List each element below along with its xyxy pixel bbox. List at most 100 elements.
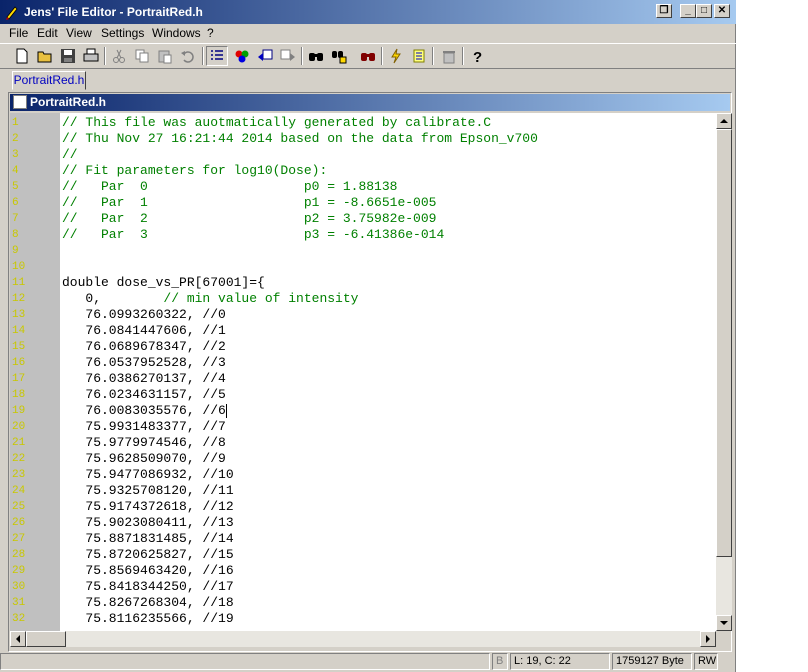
line-number: 13 bbox=[12, 309, 26, 321]
line-text: 76.0993260322, //0 bbox=[62, 307, 226, 323]
line-text: 76.0841447606, //1 bbox=[62, 323, 225, 339]
line-number: 23 bbox=[12, 469, 26, 481]
open-folder-icon[interactable] bbox=[34, 46, 56, 66]
code-line[interactable]: 15 76.0689678347, //2 bbox=[10, 339, 716, 355]
menu-edit[interactable]: Edit bbox=[37, 26, 58, 40]
code-line[interactable]: 23 75.9477086932, //10 bbox=[10, 467, 716, 483]
code-line[interactable]: 28 75.8720625827, //15 bbox=[10, 547, 716, 563]
minimize-button[interactable]: _ bbox=[680, 4, 696, 18]
scroll-right-icon[interactable] bbox=[700, 631, 716, 647]
vertical-scroll-thumb[interactable] bbox=[716, 129, 732, 557]
goto-line-icon[interactable] bbox=[385, 46, 407, 66]
code-line[interactable]: 29 75.8569463420, //16 bbox=[10, 563, 716, 579]
print-icon[interactable] bbox=[80, 46, 102, 66]
maximize-button[interactable]: □ bbox=[696, 4, 712, 18]
line-number: 27 bbox=[12, 533, 26, 545]
undo-icon[interactable] bbox=[177, 46, 199, 66]
code-line[interactable]: 13 76.0993260322, //0 bbox=[10, 307, 716, 323]
code-text: 75.8116235566, //19 bbox=[62, 611, 234, 626]
line-text: 76.0083035576, //6 bbox=[62, 403, 227, 419]
horizontal-scroll-thumb[interactable] bbox=[26, 631, 66, 647]
title-bar[interactable]: Jens' File Editor - PortraitRed.h ❐ _ □ … bbox=[0, 0, 736, 24]
code-line[interactable]: 16 76.0537952528, //3 bbox=[10, 355, 716, 371]
scroll-left-icon[interactable] bbox=[10, 631, 26, 647]
code-line[interactable]: 2 // Thu Nov 27 16:21:44 2014 based on th… bbox=[10, 131, 716, 147]
code-line[interactable]: 22 75.9628509070, //9 bbox=[10, 451, 716, 467]
comment-text: // This file was auotmatically generated… bbox=[62, 115, 492, 130]
code-line[interactable]: 18 76.0234631157, //5 bbox=[10, 387, 716, 403]
code-line[interactable]: 14 76.0841447606, //1 bbox=[10, 323, 716, 339]
toolbar-separator bbox=[301, 47, 303, 65]
scroll-up-icon[interactable] bbox=[716, 113, 732, 129]
bookmark-icon[interactable] bbox=[408, 46, 430, 66]
scroll-down-icon[interactable] bbox=[716, 615, 732, 631]
cut-icon[interactable] bbox=[108, 46, 130, 66]
new-file-icon[interactable] bbox=[11, 46, 33, 66]
code-text: 75.9628509070, //9 bbox=[62, 451, 226, 466]
tab-portraitred[interactable]: PortraitRed.h bbox=[12, 71, 86, 90]
line-number: 15 bbox=[12, 341, 26, 353]
code-line[interactable]: 24 75.9325708120, //11 bbox=[10, 483, 716, 499]
code-line[interactable]: 1 // This file was auotmatically generate… bbox=[10, 115, 716, 131]
save-icon[interactable] bbox=[57, 46, 79, 66]
find-replace-icon[interactable] bbox=[328, 46, 350, 66]
code-text: 75.9325708120, //11 bbox=[62, 483, 234, 498]
code-line[interactable]: 7 // Par 2 p2 = 3.75982e-009 bbox=[10, 211, 716, 227]
line-text: 75.9779974546, //8 bbox=[62, 435, 225, 451]
find-icon[interactable] bbox=[305, 46, 327, 66]
code-line[interactable]: 11 double dose_vs_PR[67001]={ bbox=[10, 275, 716, 291]
code-line[interactable]: 4 // Fit parameters for log10(Dose): bbox=[10, 163, 716, 179]
copy-icon[interactable] bbox=[131, 46, 153, 66]
menu-settings[interactable]: Settings bbox=[101, 26, 144, 40]
horizontal-scrollbar[interactable] bbox=[10, 631, 716, 647]
line-text: 76.0689678347, //2 bbox=[62, 339, 225, 355]
code-text: 76.0993260322, //0 bbox=[62, 307, 226, 322]
code-line[interactable]: 10 bbox=[10, 259, 716, 275]
code-line[interactable]: 31 75.8267268304, //18 bbox=[10, 595, 716, 611]
code-line[interactable]: 27 75.8871831485, //14 bbox=[10, 531, 716, 547]
vertical-scrollbar[interactable] bbox=[716, 113, 732, 631]
menu-view[interactable]: View bbox=[66, 26, 92, 40]
code-line[interactable]: 25 75.9174372618, //12 bbox=[10, 499, 716, 515]
code-line[interactable]: 19 76.0083035576, //6 bbox=[10, 403, 716, 419]
line-text: 75.8418344250, //17 bbox=[62, 579, 233, 595]
code-line[interactable]: 26 75.9023080411, //13 bbox=[10, 515, 716, 531]
line-number: 8 bbox=[12, 229, 19, 241]
code-line[interactable]: 6 // Par 1 p1 = -8.6651e-005 bbox=[10, 195, 716, 211]
status-mode: B bbox=[492, 653, 508, 670]
code-line[interactable]: 21 75.9779974546, //8 bbox=[10, 435, 716, 451]
menu-windows[interactable]: Windows bbox=[152, 26, 201, 40]
line-number: 9 bbox=[12, 245, 19, 257]
line-text: 76.0386270137, //4 bbox=[62, 371, 225, 387]
line-number: 11 bbox=[12, 277, 26, 289]
menu-help[interactable]: ? bbox=[207, 26, 214, 40]
menu-file[interactable]: File bbox=[9, 26, 28, 40]
line-text: // Thu Nov 27 16:21:44 2014 based on the… bbox=[62, 131, 538, 147]
code-line[interactable]: 9 bbox=[10, 243, 716, 259]
code-text: 75.8569463420, //16 bbox=[62, 563, 234, 578]
help-icon[interactable]: ? bbox=[466, 46, 488, 66]
find-in-files-icon[interactable] bbox=[357, 46, 379, 66]
code-line[interactable]: 32 75.8116235566, //19 bbox=[10, 611, 716, 627]
close-button[interactable]: ✕ bbox=[714, 4, 730, 18]
code-line[interactable]: 5 // Par 0 p0 = 1.88138 bbox=[10, 179, 716, 195]
code-line[interactable]: 20 75.9931483377, //7 bbox=[10, 419, 716, 435]
code-line[interactable]: 30 75.8418344250, //17 bbox=[10, 579, 716, 595]
text-editor[interactable]: 1 // This file was auotmatically generate… bbox=[10, 113, 716, 631]
line-text: 75.9023080411, //13 bbox=[62, 515, 233, 531]
code-line[interactable]: 8 // Par 3 p3 = -6.41386e-014 bbox=[10, 227, 716, 243]
syntax-colors-icon[interactable] bbox=[231, 46, 253, 66]
previous-file-icon[interactable] bbox=[254, 46, 276, 66]
code-line[interactable]: 17 76.0386270137, //4 bbox=[10, 371, 716, 387]
line-number: 19 bbox=[12, 405, 26, 417]
line-text: 75.8116235566, //19 bbox=[62, 611, 234, 627]
delete-icon[interactable] bbox=[438, 46, 460, 66]
document-title-bar[interactable]: PortraitRed.h bbox=[10, 94, 730, 111]
paste-icon[interactable] bbox=[154, 46, 176, 66]
code-line[interactable]: 3 // bbox=[10, 147, 716, 163]
code-line[interactable]: 12 0, // min value of intensity bbox=[10, 291, 716, 307]
line-text: double dose_vs_PR[67001]={ bbox=[62, 275, 265, 291]
line-numbers-icon[interactable] bbox=[206, 46, 228, 66]
next-file-icon[interactable] bbox=[277, 46, 299, 66]
restore-icon[interactable]: ❐ bbox=[656, 4, 672, 18]
